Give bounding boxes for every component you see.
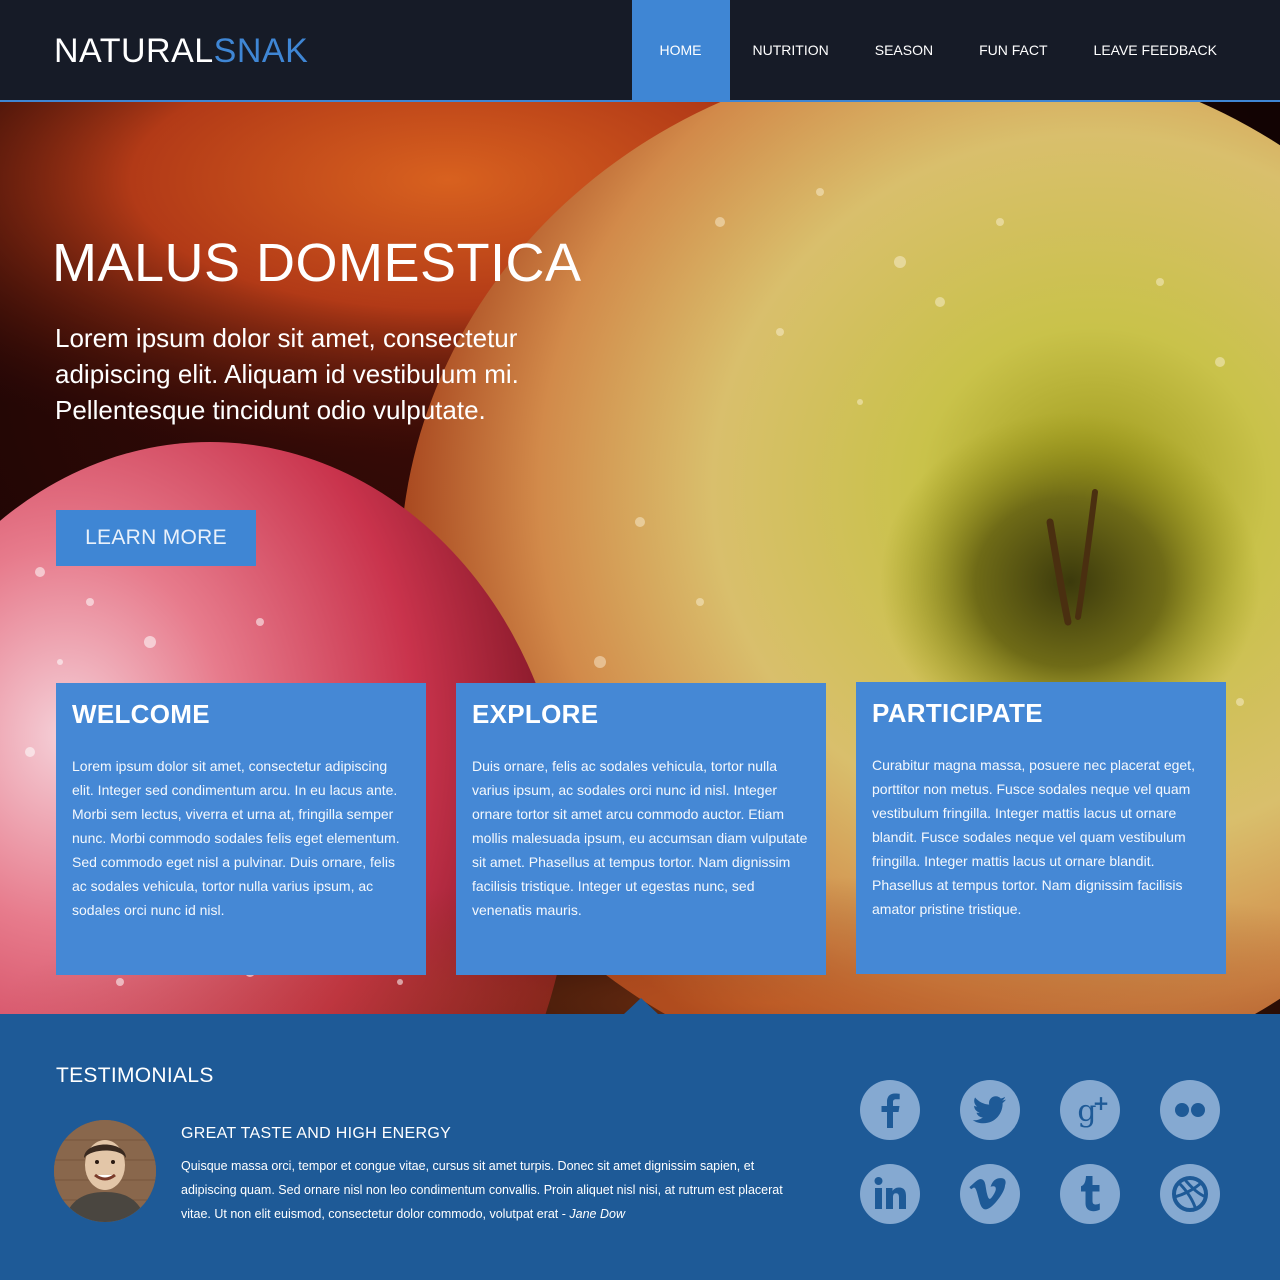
testimonials-heading: TESTIMONIALS [56,1064,214,1087]
linkedin-icon[interactable] [860,1164,920,1224]
avatar [54,1120,156,1222]
welcome-card: WELCOME Lorem ipsum dolor sit amet, cons… [56,683,426,975]
hero-section: MALUS DOMESTICA Lorem ipsum dolor sit am… [0,102,1280,1014]
nav-season[interactable]: SEASON [852,0,956,100]
card-title: WELCOME [72,699,210,729]
flickr-icon[interactable] [1160,1080,1220,1140]
testimonial-author: Jane Dow [569,1207,625,1221]
nav-leave-feedback[interactable]: LEAVE FEEDBACK [1071,0,1240,100]
logo-main-text: NATURAL [54,32,214,70]
tumblr-icon[interactable] [1060,1164,1120,1224]
testimonial-title: GREAT TASTE AND HIGH ENERGY [181,1125,452,1142]
nav-fun-fact[interactable]: FUN FACT [956,0,1070,100]
card-text: Lorem ipsum dolor sit amet, consectetur … [72,758,400,918]
logo-accent-text: SNAK [213,32,309,70]
site-header: NATURALSNAK HOME NUTRITION SEASON FUN FA… [0,0,1280,102]
hero-description: Lorem ipsum dolor sit amet, consectetur … [55,323,519,425]
testimonials-section: TESTIMONIALS GREAT TASTE AND HIGH ENERGY… [0,998,1280,1280]
participate-card: PARTICIPATE Curabitur magna massa, posue… [856,682,1226,974]
testimonial-text: Quisque massa orci, tempor et congue vit… [181,1154,811,1226]
section-pointer [624,998,658,1014]
learn-more-button[interactable]: LEARN MORE [56,510,256,566]
testimonial-body: Quisque massa orci, tempor et congue vit… [181,1159,783,1221]
card-text: Duis ornare, felis ac sodales vehicula, … [472,758,808,918]
dribbble-icon[interactable] [1160,1164,1220,1224]
facebook-icon[interactable] [860,1080,920,1140]
card-text: Curabitur magna massa, posuere nec place… [872,757,1195,917]
site-logo[interactable]: NATURALSNAK [54,32,308,71]
main-nav: HOME NUTRITION SEASON FUN FACT LEAVE FEE… [631,0,1240,100]
card-title: PARTICIPATE [872,698,1043,728]
card-title: EXPLORE [472,699,599,729]
svg-text:+: + [1093,1091,1110,1115]
person-photo [54,1120,156,1222]
nav-home[interactable]: HOME [631,0,730,100]
vimeo-icon[interactable] [960,1164,1020,1224]
explore-card: EXPLORE Duis ornare, felis ac sodales ve… [456,683,826,975]
social-links: g + [860,1080,1240,1240]
google-plus-icon[interactable]: g + [1060,1080,1120,1140]
nav-nutrition[interactable]: NUTRITION [730,0,852,100]
twitter-icon[interactable] [960,1080,1020,1140]
hero-title: MALUS DOMESTICA [52,233,582,293]
